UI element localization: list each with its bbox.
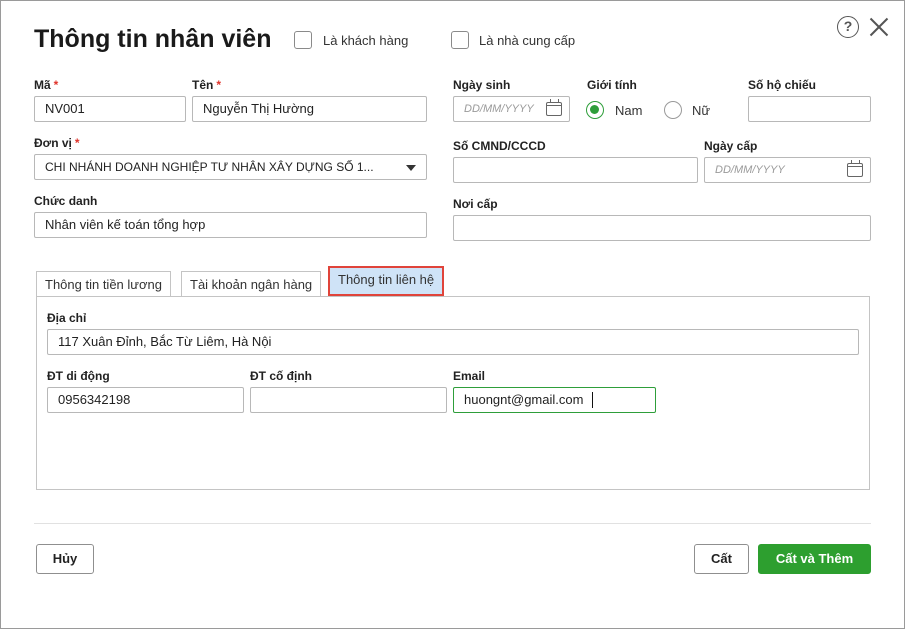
dialog-title: Thông tin nhân viên bbox=[34, 25, 272, 53]
gender-male-radio[interactable] bbox=[586, 101, 604, 119]
don-vi-select[interactable]: CHI NHÁNH DOANH NGHIỆP TƯ NHÂN XÂY DỰNG … bbox=[34, 154, 427, 180]
calendar-icon[interactable] bbox=[847, 160, 863, 177]
don-vi-label: Đơn vị * bbox=[34, 136, 80, 150]
ma-label: Mã * bbox=[34, 78, 58, 92]
ten-input[interactable]: Nguyễn Thị Hường bbox=[192, 96, 427, 122]
supplier-checkbox-label[interactable]: Là nhà cung cấp bbox=[479, 33, 575, 48]
gender-female-radio[interactable] bbox=[664, 101, 682, 119]
gender-male-label[interactable]: Nam bbox=[615, 103, 642, 118]
tab-contact-info[interactable]: Thông tin liên hệ bbox=[328, 266, 445, 296]
required-mark: * bbox=[74, 136, 80, 150]
ngay-cap-input[interactable]: DD/MM/YYYY bbox=[704, 157, 871, 183]
close-icon[interactable] bbox=[868, 16, 890, 38]
cancel-button[interactable]: Hủy bbox=[36, 544, 94, 574]
ten-label-text: Tên bbox=[192, 78, 214, 92]
gioi-tinh-label: Giới tính bbox=[587, 78, 637, 92]
text-cursor bbox=[592, 392, 593, 408]
dt-di-dong-label: ĐT di động bbox=[47, 369, 110, 383]
tab-bank-account[interactable]: Tài khoản ngân hàng bbox=[181, 271, 322, 297]
supplier-checkbox[interactable] bbox=[451, 31, 469, 49]
email-label: Email bbox=[453, 369, 486, 383]
dt-co-dinh-label: ĐT cố định bbox=[250, 369, 312, 383]
tab-salary-info[interactable]: Thông tin tiền lương bbox=[36, 271, 171, 297]
ma-label-text: Mã bbox=[34, 78, 51, 92]
help-icon[interactable]: ? bbox=[837, 16, 859, 38]
employee-info-dialog: Thông tin nhân viên Là khách hàng Là nhà… bbox=[0, 0, 905, 629]
so-cmnd-input[interactable] bbox=[453, 157, 698, 183]
dt-di-dong-input[interactable]: 0956342198 bbox=[47, 387, 244, 413]
ngay-cap-label: Ngày cấp bbox=[704, 139, 758, 153]
save-button[interactable]: Cất bbox=[694, 544, 749, 574]
ma-input[interactable]: NV001 bbox=[34, 96, 186, 122]
customer-checkbox-label[interactable]: Là khách hàng bbox=[323, 33, 408, 48]
noi-cap-label: Nơi cấp bbox=[453, 197, 498, 211]
dt-co-dinh-input[interactable] bbox=[250, 387, 447, 413]
ten-label: Tên * bbox=[192, 78, 221, 92]
email-input[interactable]: huongnt@gmail.com bbox=[453, 387, 656, 413]
so-cmnd-label: Số CMND/CCCD bbox=[453, 139, 546, 153]
dia-chi-label: Địa chỉ bbox=[47, 311, 87, 325]
required-mark: * bbox=[53, 78, 59, 92]
ngay-sinh-label: Ngày sinh bbox=[453, 78, 511, 92]
chevron-down-icon[interactable] bbox=[406, 165, 416, 171]
dia-chi-input[interactable]: 117 Xuân Đỉnh, Bắc Từ Liêm, Hà Nội bbox=[47, 329, 859, 355]
don-vi-label-text: Đơn vị bbox=[34, 136, 72, 150]
calendar-icon[interactable] bbox=[546, 99, 562, 116]
chuc-danh-label: Chức danh bbox=[34, 194, 98, 208]
save-and-add-button[interactable]: Cất và Thêm bbox=[758, 544, 871, 574]
chuc-danh-input[interactable]: Nhân viên kế toán tổng hợp bbox=[34, 212, 427, 238]
required-mark: * bbox=[216, 78, 222, 92]
so-ho-chieu-label: Số hộ chiếu bbox=[748, 78, 817, 92]
footer-divider bbox=[34, 523, 871, 524]
so-ho-chieu-input[interactable] bbox=[748, 96, 871, 122]
gender-female-label[interactable]: Nữ bbox=[692, 103, 710, 118]
customer-checkbox[interactable] bbox=[294, 31, 312, 49]
noi-cap-input[interactable] bbox=[453, 215, 871, 241]
